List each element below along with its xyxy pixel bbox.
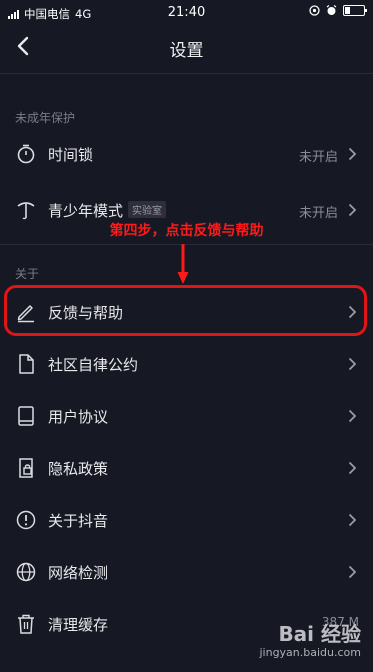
chevron-right-icon	[348, 513, 357, 527]
header: 设置	[0, 26, 373, 70]
row-privacy-policy[interactable]: 隐私政策	[0, 442, 373, 494]
privacy-lock-icon	[19, 458, 33, 478]
status-bar: 中国电信 4G 21:40	[0, 0, 373, 26]
chevron-right-icon	[348, 203, 357, 217]
row-label: 隐私政策	[48, 460, 109, 478]
row-user-agreement[interactable]: 用户协议	[0, 390, 373, 442]
timer-icon	[17, 144, 35, 164]
youth-mode-label: 青少年模式	[48, 202, 124, 220]
row-community-guidelines[interactable]: 社区自律公约	[0, 338, 373, 390]
highlight-box	[4, 285, 367, 336]
row-label: 社区自律公约	[48, 356, 139, 374]
battery-icon	[343, 5, 367, 16]
page-title: 设置	[169, 41, 204, 61]
document-icon	[19, 354, 34, 374]
section-label-minor: 未成年保护	[15, 111, 76, 125]
chevron-right-icon	[348, 461, 357, 475]
row-value: 未开启	[298, 206, 338, 221]
row-label: 网络检测	[48, 564, 109, 582]
row-about-douyin[interactable]: 关于抖音	[0, 494, 373, 546]
row-label: 清理缓存	[48, 616, 109, 634]
alarm-icon	[326, 5, 337, 15]
row-network-check[interactable]: 网络检测	[0, 546, 373, 598]
location-lock-icon	[309, 5, 320, 16]
book-icon	[18, 406, 34, 426]
trash-icon	[18, 614, 34, 634]
header-divider	[0, 73, 373, 74]
row-label: 用户协议	[48, 408, 109, 426]
row-label: 青少年模式 实验室	[48, 200, 167, 221]
sprout-icon	[17, 202, 35, 220]
watermark-url: jingyan.baidu.com	[259, 646, 361, 659]
section-label-about: 关于	[15, 267, 40, 281]
row-value: 未开启	[298, 150, 338, 165]
lab-badge: 实验室	[128, 201, 167, 218]
row-label: 时间锁	[48, 146, 94, 164]
step-annotation: 第四步，点击反馈与帮助	[109, 223, 264, 239]
chevron-right-icon	[348, 565, 357, 579]
chevron-right-icon	[348, 357, 357, 371]
row-time-lock[interactable]: 时间锁 未开启	[0, 128, 373, 180]
watermark-logo: Bai 经验	[278, 622, 361, 646]
chevron-right-icon	[348, 409, 357, 423]
globe-icon	[16, 562, 36, 582]
chevron-right-icon	[348, 147, 357, 161]
arrow-down-icon	[177, 244, 189, 284]
row-label: 关于抖音	[48, 512, 109, 530]
info-icon	[16, 510, 36, 530]
